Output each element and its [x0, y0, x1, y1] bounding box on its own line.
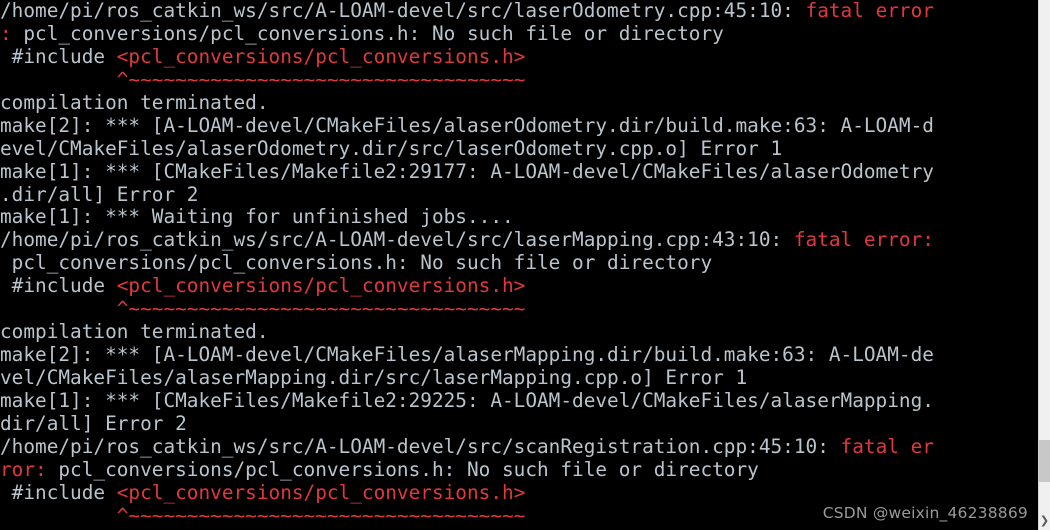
terminal-text-segment: /home/pi/ros_catkin_ws/src/A-LOAM-devel/…	[0, 0, 806, 22]
terminal-text-segment: ror:	[0, 458, 47, 481]
terminal-output-pane[interactable]: /home/pi/ros_catkin_ws/src/A-LOAM-devel/…	[0, 0, 1038, 530]
terminal-text-segment: make[2]: *** [A-LOAM-devel/CMakeFiles/al…	[0, 114, 934, 137]
terminal-text-segment: pcl_conversions/pcl_conversions.h: No su…	[0, 252, 713, 275]
terminal-text-segment: fatal er	[840, 435, 934, 458]
terminal-text-segment: #include	[0, 481, 117, 504]
terminal-text-segment: compilation terminated.	[0, 321, 269, 344]
terminal-line: pcl_conversions/pcl_conversions.h: No su…	[0, 252, 1038, 275]
terminal-line: ror: pcl_conversions/pcl_conversions.h: …	[0, 459, 1038, 482]
terminal-line: #include <pcl_conversions/pcl_conversion…	[0, 46, 1038, 69]
terminal-text-segment: make[2]: *** [A-LOAM-devel/CMakeFiles/al…	[0, 344, 934, 367]
terminal-line: compilation terminated.	[0, 92, 1038, 115]
terminal-line: #include <pcl_conversions/pcl_conversion…	[0, 275, 1038, 298]
terminal-window: /home/pi/ros_catkin_ws/src/A-LOAM-devel/…	[0, 0, 1050, 530]
terminal-text-segment: evel/CMakeFiles/alaserOdometry.dir/src/l…	[0, 137, 783, 160]
terminal-line: make[1]: *** Waiting for unfinished jobs…	[0, 206, 1038, 229]
terminal-line: .dir/all] Error 2	[0, 184, 1038, 207]
terminal-line: ^~~~~~~~~~~~~~~~~~~~~~~~~~~~~~~~~~~	[0, 69, 1038, 92]
terminal-line: dir/all] Error 2	[0, 413, 1038, 436]
terminal-line: #include <pcl_conversions/pcl_conversion…	[0, 482, 1038, 505]
scrollbar-thumb[interactable]	[1039, 440, 1050, 482]
terminal-text-segment: vel/CMakeFiles/alaserMapping.dir/src/las…	[0, 367, 748, 389]
terminal-text-segment: :	[0, 22, 12, 45]
terminal-text-segment: <pcl_conversions/pcl_conversions.h>	[116, 275, 526, 298]
terminal-line: evel/CMakeFiles/alaserOdometry.dir/src/l…	[0, 138, 1038, 161]
terminal-line: compilation terminated.	[0, 321, 1038, 344]
terminal-line: /home/pi/ros_catkin_ws/src/A-LOAM-devel/…	[0, 436, 1038, 459]
terminal-line: make[2]: *** [A-LOAM-devel/CMakeFiles/al…	[0, 115, 1038, 138]
terminal-text-segment: pcl_conversions/pcl_conversions.h: No su…	[11, 22, 724, 45]
terminal-line: /home/pi/ros_catkin_ws/src/A-LOAM-devel/…	[0, 229, 1038, 252]
terminal-line: vel/CMakeFiles/alaserMapping.dir/src/las…	[0, 367, 1038, 390]
terminal-text-segment: <pcl_conversions/pcl_conversions.h>	[116, 45, 526, 68]
terminal-text-segment: /home/pi/ros_catkin_ws/src/A-LOAM-devel/…	[0, 229, 794, 252]
terminal-text-segment: #include	[0, 275, 117, 298]
terminal-text-segment: #include	[0, 45, 117, 68]
terminal-line: /home/pi/ros_catkin_ws/src/A-LOAM-devel/…	[0, 0, 1038, 23]
terminal-line: ^~~~~~~~~~~~~~~~~~~~~~~~~~~~~~~~~~~	[0, 298, 1038, 321]
vertical-scrollbar[interactable]: ❯	[1038, 0, 1050, 530]
terminal-line: make[2]: *** [A-LOAM-devel/CMakeFiles/al…	[0, 344, 1038, 367]
terminal-line: make[1]: *** [CMakeFiles/Makefile2:29177…	[0, 161, 1038, 184]
terminal-text-segment: make[1]: *** [CMakeFiles/Makefile2:29225…	[0, 389, 934, 412]
terminal-line: : pcl_conversions/pcl_conversions.h: No …	[0, 23, 1038, 46]
terminal-text-segment: fatal error:	[793, 229, 934, 252]
terminal-text-segment: make[1]: *** [CMakeFiles/Makefile2:29177…	[0, 160, 934, 183]
terminal-text-segment: pcl_conversions/pcl_conversions.h: No su…	[46, 458, 759, 481]
terminal-text-segment: make[1]: *** Waiting for unfinished jobs…	[0, 206, 514, 229]
chevron-down-icon[interactable]: ❯	[1039, 514, 1050, 528]
terminal-text-segment: ^~~~~~~~~~~~~~~~~~~~~~~~~~~~~~~~~~~	[0, 68, 526, 91]
terminal-text-segment: /home/pi/ros_catkin_ws/src/A-LOAM-devel/…	[0, 435, 841, 458]
terminal-text-segment: ^~~~~~~~~~~~~~~~~~~~~~~~~~~~~~~~~~~	[0, 298, 526, 321]
terminal-text-segment: fatal error	[805, 0, 934, 22]
terminal-line: make[1]: *** [CMakeFiles/Makefile2:29225…	[0, 390, 1038, 413]
terminal-text-segment: <pcl_conversions/pcl_conversions.h>	[116, 481, 526, 504]
terminal-text-segment: dir/all] Error 2	[0, 412, 187, 435]
terminal-text-segment: ^~~~~~~~~~~~~~~~~~~~~~~~~~~~~~~~~~~	[0, 504, 526, 527]
csdn-watermark: CSDN @weixin_46238869	[822, 504, 1028, 522]
terminal-text-segment: compilation terminated.	[0, 91, 269, 114]
terminal-text-segment: .dir/all] Error 2	[0, 183, 199, 206]
